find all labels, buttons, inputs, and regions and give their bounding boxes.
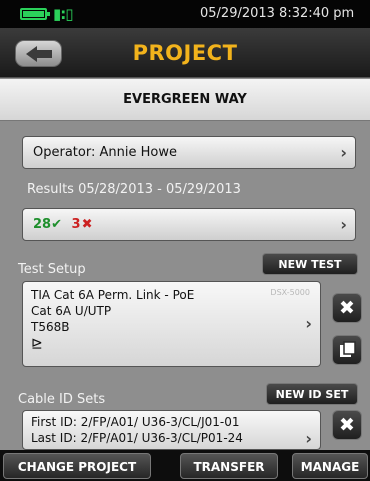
chevron-right-icon: › — [305, 314, 312, 333]
battery-icon — [20, 8, 50, 20]
status-datetime: 05/29/2013 8:32:40 pm — [200, 6, 355, 21]
results-row[interactable]: 28✔ 3✖ › — [22, 208, 356, 241]
status-bar: ▮:▯ 05/29/2013 8:32:40 pm — [0, 0, 370, 28]
delete-test-button[interactable]: ✖ — [332, 293, 362, 323]
new-test-button[interactable]: NEW TEST — [262, 253, 358, 275]
project-name: EVERGREEN WAY — [123, 92, 247, 107]
instrument-model: DSX-5000 — [270, 288, 310, 297]
new-id-set-button[interactable]: NEW ID SET — [266, 383, 358, 405]
test-setup-label: Test Setup — [18, 262, 86, 277]
pass-count: 28 — [33, 217, 52, 232]
cable-type: Cat 6A U/UTP — [31, 304, 112, 318]
change-project-button[interactable]: CHANGE PROJECT — [3, 453, 151, 479]
test-limit: TIA Cat 6A Perm. Link - PoE — [31, 288, 195, 302]
first-id: First ID: 2/FP/A01/ U36-3/CL/J01-01 — [31, 415, 240, 429]
copy-test-button[interactable] — [332, 335, 362, 365]
project-screen: ▮:▯ 05/29/2013 8:32:40 pm PROJECT EVERGR… — [0, 0, 370, 481]
chevron-right-icon: › — [340, 215, 347, 234]
title-bar: PROJECT — [0, 28, 370, 78]
chevron-right-icon: › — [340, 143, 347, 162]
operator-label: Operator: Annie Howe — [33, 145, 177, 160]
chevron-right-icon: › — [305, 429, 312, 448]
connector-icon: ⊵ — [31, 336, 43, 352]
copy-icon — [340, 341, 356, 357]
manage-button[interactable]: MANAGE — [292, 453, 368, 479]
bottom-toolbar: CHANGE PROJECT TRANSFER MANAGE — [0, 450, 370, 481]
cable-id-sets-label: Cable ID Sets — [18, 392, 106, 407]
cable-id-card[interactable]: First ID: 2/FP/A01/ U36-3/CL/J01-01 Last… — [22, 410, 321, 450]
pass-check-icon: ✔ — [51, 217, 62, 232]
fail-x-icon: ✖ — [81, 217, 93, 232]
project-name-band: EVERGREEN WAY — [0, 79, 370, 121]
result-counts: 28✔ 3✖ — [33, 217, 92, 232]
delete-id-set-button[interactable]: ✖ — [332, 410, 362, 440]
page-title: PROJECT — [132, 41, 238, 65]
results-range: Results 05/28/2013 - 05/29/2013 — [27, 182, 241, 197]
close-icon: ✖ — [339, 414, 355, 436]
network-icon: ▮:▯ — [53, 5, 73, 23]
fail-count: 3 — [71, 217, 81, 232]
operator-row[interactable]: Operator: Annie Howe › — [22, 136, 356, 169]
transfer-button[interactable]: TRANSFER — [180, 453, 278, 479]
last-id: Last ID: 2/FP/A01/ U36-3/CL/P01-24 — [31, 431, 243, 445]
wiring-scheme: T568B — [31, 320, 70, 334]
close-icon: ✖ — [339, 297, 355, 319]
test-setup-card[interactable]: DSX-5000 TIA Cat 6A Perm. Link - PoE Cat… — [22, 281, 321, 367]
